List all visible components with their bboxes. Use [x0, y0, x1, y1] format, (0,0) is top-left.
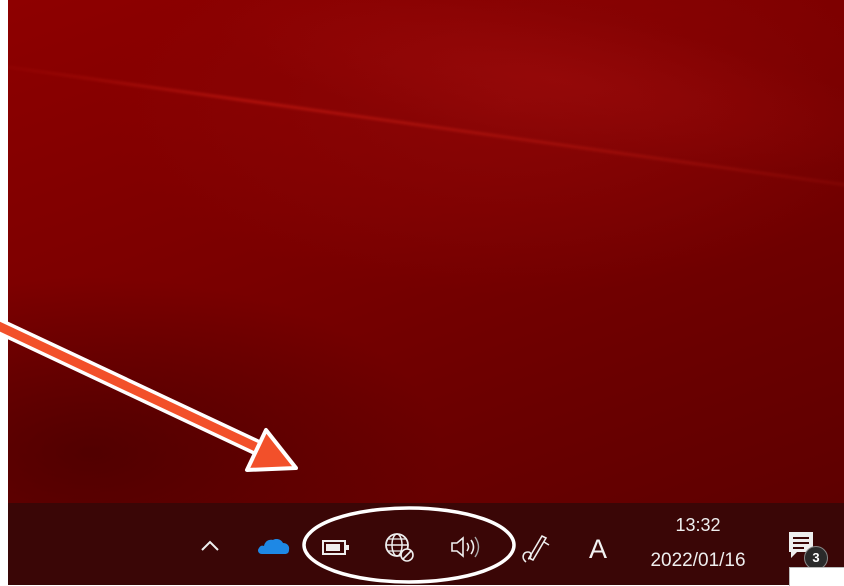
clock-time: 13:32 [675, 515, 721, 535]
input-method-indicator[interactable]: A [585, 532, 611, 566]
volume-tray-button[interactable] [448, 533, 488, 561]
corner-panel [789, 567, 844, 586]
globe-no-connection-icon [385, 533, 414, 562]
speaker-icon [451, 536, 480, 558]
battery-tray-button[interactable] [320, 536, 352, 558]
taskbar-clock[interactable]: 13:32 2022/01/16 [628, 508, 768, 578]
battery-icon [322, 540, 349, 555]
onedrive-tray-button[interactable] [256, 534, 292, 558]
desktop-background [8, 0, 844, 503]
windows-ink-button[interactable] [518, 528, 552, 568]
wallpaper-glow [201, 0, 844, 210]
clock-date: 2022/01/16 [650, 550, 746, 571]
show-hidden-icons-button[interactable] [196, 534, 224, 558]
network-tray-button[interactable] [382, 530, 416, 564]
cloud-icon [258, 539, 290, 554]
chevron-up-icon [201, 540, 219, 551]
pen-ink-icon [522, 534, 550, 563]
